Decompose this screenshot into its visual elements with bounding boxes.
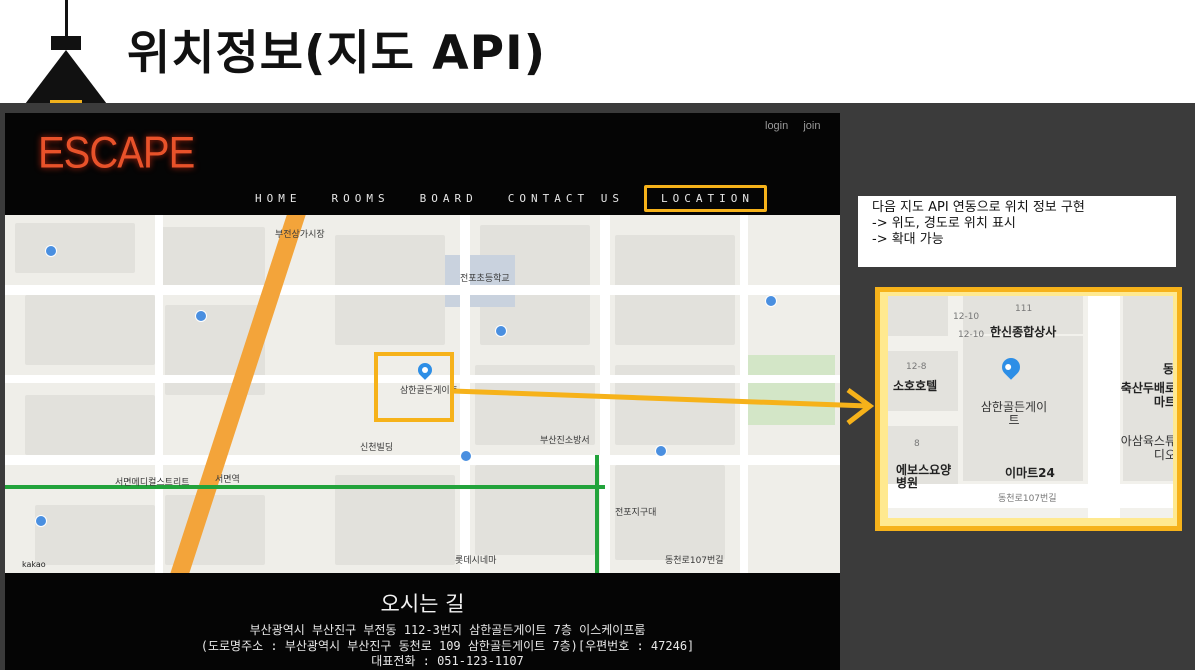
map-label: 롯데시네마 xyxy=(455,556,497,566)
lot-number: 111 xyxy=(1015,304,1033,314)
address-line: 부산광역시 부산진구 부전동 112-3번지 삼한골든게이트 7층 이스케이프룸 xyxy=(249,623,646,637)
emart-label: 이마트24 xyxy=(1005,466,1055,480)
studio-label: 아삼육스튜디오 xyxy=(1120,434,1173,462)
road xyxy=(740,215,748,573)
lot-number: 12-8 xyxy=(906,362,927,372)
poi-icon[interactable] xyxy=(195,310,207,322)
directions-title: 오시는 길 xyxy=(380,592,465,616)
lot-number: 12-10 xyxy=(958,330,985,340)
map-block xyxy=(155,227,265,287)
road xyxy=(5,455,840,465)
road xyxy=(600,215,610,573)
road xyxy=(5,285,840,295)
mart-label: 축산두배로마트 xyxy=(1120,381,1173,409)
nav-home[interactable]: HOME xyxy=(255,192,302,205)
poi-icon[interactable] xyxy=(35,515,47,527)
map-label: 동천로107번길 xyxy=(665,556,724,566)
phone-line: 대표전화 : 051-123-1107 xyxy=(371,654,524,668)
target-building-label: 삼한골든게이트 xyxy=(980,400,1048,427)
poi-icon[interactable] xyxy=(655,445,667,457)
map-block xyxy=(888,296,948,336)
road xyxy=(155,215,163,573)
park-area xyxy=(745,355,835,425)
poi-icon[interactable] xyxy=(45,245,57,257)
nav-contact-us[interactable]: CONTACT US xyxy=(508,192,624,205)
map-label: 서면메디컬스트리트 xyxy=(115,478,190,488)
map-highlight-box xyxy=(374,352,454,422)
subway-line xyxy=(595,455,599,573)
map-label: 신천빌딩 xyxy=(360,443,394,453)
map-label: 부전상가시장 xyxy=(275,230,325,240)
zoomed-map-inner: 12-10 111 12-10 한신종합상사 12-8 소호호텔 삼한골든게이트… xyxy=(888,296,1173,518)
hotel-label: 소호호텔 xyxy=(893,379,938,393)
map-block xyxy=(35,505,155,565)
map-label: 부산진소방서 xyxy=(540,436,590,446)
street-label: 동천로107번길 xyxy=(998,494,1057,504)
join-link[interactable]: join xyxy=(803,120,820,132)
map-block xyxy=(25,395,155,455)
map-label: 서면역 xyxy=(215,475,240,485)
nav-location[interactable]: LOCATION xyxy=(643,185,767,212)
poi-icon[interactable] xyxy=(460,450,472,462)
header-links: login join xyxy=(765,120,832,132)
main-nav: HOME ROOMS BOARD CONTACT US LOCATION xyxy=(255,185,797,212)
zoomed-map: 12-10 111 12-10 한신종합상사 12-8 소호호텔 삼한골든게이트… xyxy=(875,287,1182,531)
note-line: -> 위도, 경도로 위치 표시 xyxy=(872,216,1016,231)
hospital-label: 에보스요양병원 xyxy=(896,463,952,490)
poi-icon[interactable] xyxy=(495,325,507,337)
slide-title: 위치정보(지도 API) xyxy=(127,26,547,81)
partial-label: 동 xyxy=(1163,362,1173,376)
lamp-cord xyxy=(65,0,68,38)
subway-line xyxy=(5,485,605,489)
map-block xyxy=(15,223,135,273)
map-scale: kakao xyxy=(22,560,46,569)
lot-number: 8 xyxy=(914,439,920,449)
annotation-note: 다음 지도 API 연동으로 위치 정보 구현 -> 위도, 경도로 위치 표시… xyxy=(858,196,1176,267)
note-line: -> 확대 가능 xyxy=(872,232,944,247)
map-block xyxy=(25,295,155,365)
lot-number: 12-10 xyxy=(953,312,980,322)
map-block xyxy=(475,465,595,555)
note-line: 다음 지도 API 연동으로 위치 정보 구현 xyxy=(872,200,1085,215)
logo[interactable]: ESCAPE xyxy=(38,128,195,178)
poi-icon[interactable] xyxy=(765,295,777,307)
map-label: 전포초등학교 xyxy=(460,274,510,284)
login-link[interactable]: login xyxy=(765,120,788,132)
nav-rooms[interactable]: ROOMS xyxy=(332,192,390,205)
lamp-cap xyxy=(51,36,81,50)
nav-board[interactable]: BOARD xyxy=(420,192,478,205)
building-label: 한신종합상사 xyxy=(990,325,1057,339)
map-label: 전포지구대 xyxy=(615,508,657,518)
road xyxy=(460,215,470,573)
